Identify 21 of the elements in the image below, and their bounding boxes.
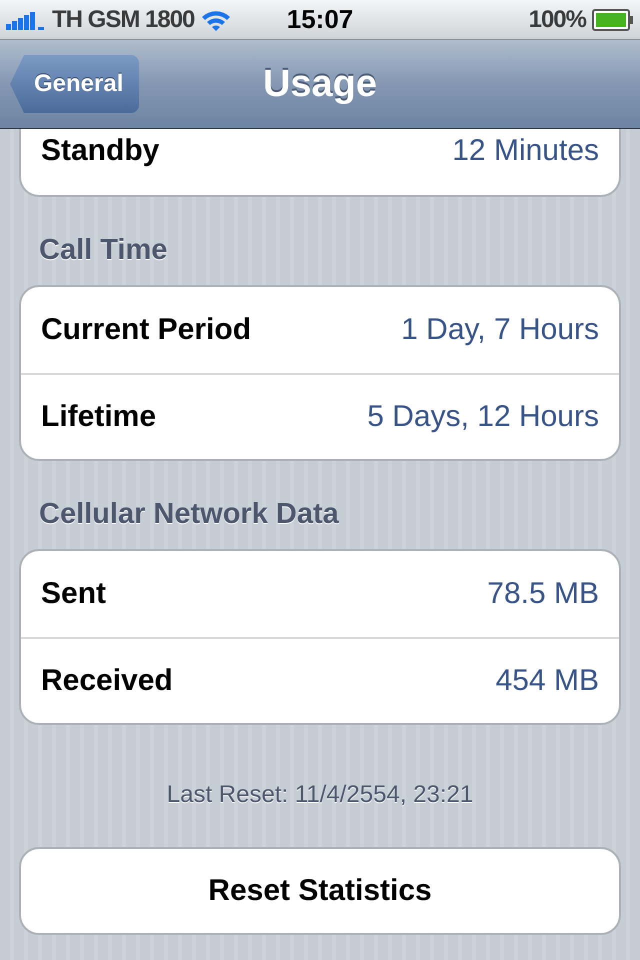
battery-icon	[592, 8, 634, 30]
row-value: 5 Days, 12 Hours	[367, 400, 599, 434]
section-header: Cellular Network Data	[38, 497, 340, 532]
row-label: Current Period	[41, 313, 252, 347]
row-value: 1 Day, 7 Hours	[401, 313, 599, 347]
reset-statistics-button[interactable]: Reset Statistics	[19, 847, 621, 935]
row-value: 12 Minutes	[452, 134, 599, 168]
row-value: 78.5 MB	[487, 577, 599, 611]
battery-percent: 100%	[528, 6, 586, 34]
page-title: Usage	[262, 62, 378, 106]
signal-icon	[6, 10, 46, 30]
back-button[interactable]: General	[10, 55, 140, 113]
carrier-name: TH GSM 1800	[52, 6, 194, 34]
last-reset-note: Last Reset: 11/4/2554, 23:21	[166, 780, 474, 810]
row-label: Lifetime	[41, 400, 156, 434]
row-label: Standby	[41, 134, 160, 168]
section-header: Call Time	[38, 233, 168, 268]
row-label: Sent	[41, 577, 106, 611]
row-value: 454 MB	[496, 664, 599, 698]
row-label: Received	[41, 664, 173, 698]
clock: 15:07	[286, 4, 354, 35]
